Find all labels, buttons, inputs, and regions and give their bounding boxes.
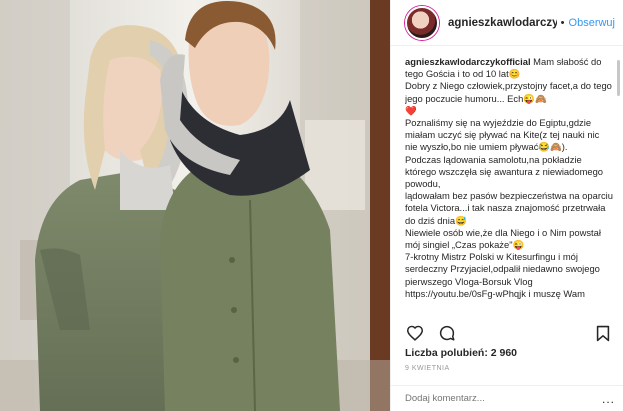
caption-line: Niewiele osób wie,że dla Niego i o Nim p… — [405, 226, 601, 251]
likes-count[interactable]: Liczba polubień: 2 960 — [405, 347, 517, 359]
caption-line: ❤️ — [405, 104, 417, 116]
post-header: agnieszkawlodarczykoff... • Obserwuj — [391, 0, 623, 46]
separator-dot: • — [560, 16, 565, 29]
avatar[interactable] — [405, 5, 439, 40]
post-actions — [405, 322, 613, 344]
caption-scrollbar[interactable] — [617, 60, 620, 96]
username[interactable]: agnieszkawlodarczykoff... — [448, 17, 557, 29]
bookmark-icon — [596, 325, 610, 341]
more-options-icon[interactable]: ... — [602, 392, 615, 406]
post-side-panel: agnieszkawlodarczykoff... • Obserwuj agn… — [390, 0, 623, 411]
instagram-post: agnieszkawlodarczykoff... • Obserwuj agn… — [0, 0, 623, 411]
heart-icon — [406, 325, 424, 341]
comment-input[interactable] — [405, 393, 602, 404]
comment-button[interactable] — [437, 323, 457, 343]
comment-bar: ... — [391, 385, 623, 411]
post-photo[interactable] — [0, 0, 390, 411]
caption-line: Podczas lądowania samolotu,na pokładzie … — [405, 153, 604, 190]
post-caption: agnieszkawlodarczykofficial Mam słabość … — [405, 56, 613, 313]
caption-link[interactable]: https://youtu.be/0sFg-wPhqjk i muszę Wam — [405, 288, 613, 300]
follow-button[interactable]: Obserwuj — [569, 17, 615, 29]
caption-line: lądowałam bez pasów bezpieczeństwa na op… — [405, 190, 613, 226]
caption-line: Poznaliśmy się na wyjeździe do Egiptu,gd… — [405, 117, 600, 153]
photo-illustration — [0, 0, 390, 411]
save-button[interactable] — [593, 323, 613, 343]
caption-author[interactable]: agnieszkawlodarczykofficial — [405, 56, 531, 67]
caption-line: Dobry z Niego człowiek,przystojny facet,… — [405, 80, 612, 104]
like-button[interactable] — [405, 323, 425, 343]
post-date: 9 kwietnia — [405, 365, 450, 372]
comment-icon — [439, 325, 455, 341]
caption-line: 7-krotny Mistrz Polski w Kitesurfingu i … — [405, 251, 600, 287]
